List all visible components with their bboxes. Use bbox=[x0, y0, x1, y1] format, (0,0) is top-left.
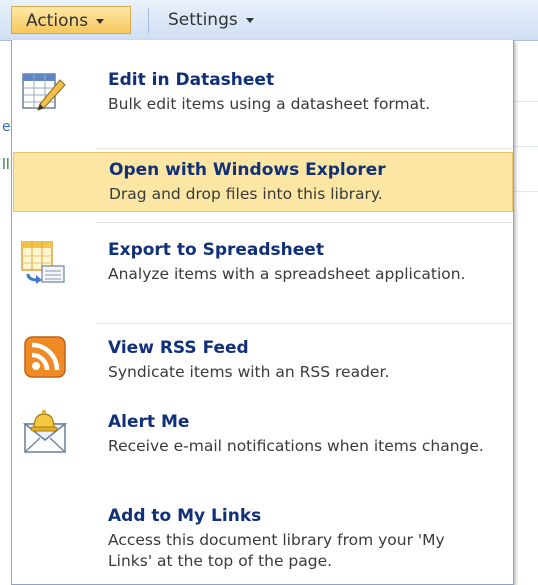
menu-item-title: Alert Me bbox=[108, 412, 190, 432]
menu-item-description: Access this document library from your '… bbox=[108, 531, 445, 570]
settings-label: Settings bbox=[168, 10, 238, 30]
menu-item-alert-me[interactable]: Alert Me Receive e-mail notifications wh… bbox=[12, 406, 513, 486]
page-row-line bbox=[513, 191, 538, 192]
page-link-fragment: e bbox=[2, 119, 11, 135]
page-row-line bbox=[513, 146, 538, 147]
menu-item-description: Syndicate items with an RSS reader. bbox=[108, 363, 390, 381]
chevron-down-icon bbox=[245, 17, 254, 23]
page-item-fragment: ll bbox=[2, 157, 10, 173]
actions-menu-button[interactable]: Actions bbox=[11, 6, 131, 34]
chevron-down-icon bbox=[96, 18, 105, 24]
menu-item-title: Edit in Datasheet bbox=[108, 70, 275, 90]
rss-icon bbox=[24, 336, 66, 378]
menu-item-title: Open with Windows Explorer bbox=[109, 160, 386, 180]
list-toolbar: Actions Settings bbox=[0, 0, 538, 41]
menu-item-open-with-windows-explorer[interactable]: Open with Windows Explorer Drag and drop… bbox=[13, 152, 513, 212]
menu-item-description: Drag and drop files into this library. bbox=[109, 185, 383, 203]
menu-item-description: Receive e-mail notifications when items … bbox=[108, 437, 484, 455]
menu-item-view-rss-feed[interactable]: View RSS Feed Syndicate items with an RS… bbox=[12, 332, 513, 392]
export-spreadsheet-icon bbox=[21, 241, 65, 284]
actions-label: Actions bbox=[26, 11, 89, 31]
menu-divider bbox=[96, 323, 512, 324]
alert-envelope-icon bbox=[22, 410, 68, 453]
menu-item-export-to-spreadsheet[interactable]: Export to Spreadsheet Analyze items with… bbox=[12, 232, 513, 312]
datasheet-edit-icon bbox=[22, 73, 66, 111]
menu-divider bbox=[96, 148, 512, 149]
page-row-line bbox=[513, 101, 538, 102]
menu-item-title: View RSS Feed bbox=[108, 338, 249, 358]
menu-item-description: Analyze items with a spreadsheet applica… bbox=[108, 265, 466, 283]
menu-divider bbox=[96, 222, 512, 223]
page-background-right bbox=[513, 41, 538, 585]
settings-menu-button[interactable]: Settings bbox=[168, 6, 254, 34]
menu-item-edit-in-datasheet[interactable]: Edit in Datasheet Bulk edit items using … bbox=[12, 62, 513, 142]
actions-dropdown-menu: Edit in Datasheet Bulk edit items using … bbox=[11, 40, 514, 585]
menu-item-description: Bulk edit items using a datasheet format… bbox=[108, 95, 431, 113]
menu-item-add-to-my-links[interactable]: Add to My Links Access this document lib… bbox=[12, 500, 513, 582]
toolbar-separator bbox=[148, 8, 149, 33]
menu-item-title: Add to My Links bbox=[108, 506, 262, 526]
menu-item-title: Export to Spreadsheet bbox=[108, 240, 324, 260]
